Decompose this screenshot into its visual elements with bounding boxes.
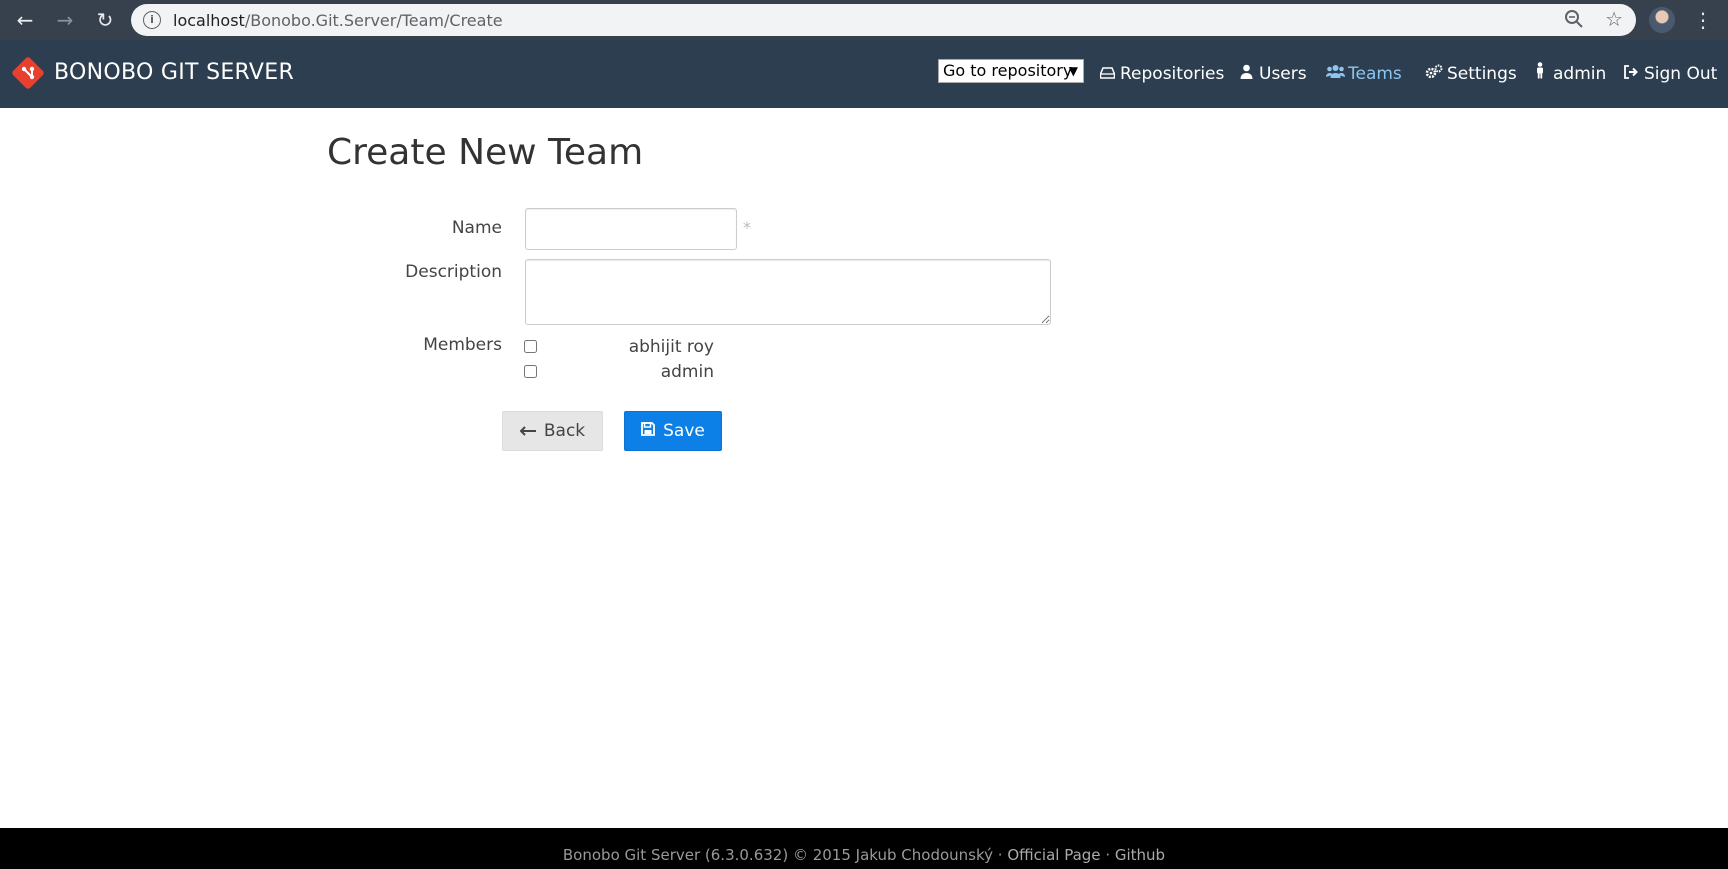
browser-menu-icon[interactable]: ⋮ [1693, 6, 1713, 34]
member-name: admin [660, 362, 714, 382]
nav-repositories[interactable]: Repositories [1098, 60, 1224, 88]
required-marker: * [743, 218, 751, 237]
member-item: admin [524, 362, 724, 384]
description-label: Description [405, 262, 502, 282]
bookmark-star-icon[interactable]: ☆ [1605, 7, 1623, 31]
team-name-input[interactable] [525, 208, 737, 250]
github-link[interactable]: Github [1115, 846, 1165, 864]
go-to-repository-select[interactable]: Go to repository ▼ [938, 59, 1084, 83]
footer-text: Bonobo Git Server (6.3.0.632) © 2015 Jak… [562, 846, 1166, 864]
address-url[interactable]: localhost/Bonobo.Git.Server/Team/Create [173, 11, 503, 30]
users-icon [1326, 61, 1345, 89]
member-checkbox[interactable] [524, 340, 537, 353]
reload-icon[interactable]: ↻ [91, 6, 119, 34]
nav-teams[interactable]: Teams [1326, 60, 1402, 88]
nav-admin[interactable]: admin [1531, 60, 1606, 88]
person-icon [1531, 61, 1549, 89]
site-info-icon[interactable]: i [143, 11, 161, 29]
member-item: abhijit roy [524, 337, 724, 359]
floppy-disk-icon [641, 412, 656, 450]
gears-icon [1425, 61, 1443, 89]
zoom-icon[interactable] [1564, 9, 1584, 34]
back-arrow-icon[interactable]: ← [11, 6, 39, 34]
arrow-left-icon [519, 412, 536, 450]
forward-arrow-icon[interactable]: → [51, 6, 79, 34]
browser-toolbar: ← → ↻ i localhost/Bonobo.Git.Server/Team… [0, 0, 1728, 40]
address-bar[interactable]: i localhost/Bonobo.Git.Server/Team/Creat… [131, 4, 1636, 36]
dropdown-caret-icon: ▼ [1068, 64, 1078, 78]
team-description-textarea[interactable] [525, 259, 1051, 325]
back-button[interactable]: Back [502, 411, 603, 451]
brand-title[interactable]: BONOBO GIT SERVER [54, 60, 294, 85]
sign-out-icon [1622, 61, 1640, 89]
nav-settings[interactable]: Settings [1425, 60, 1517, 88]
member-name: abhijit roy [628, 337, 714, 357]
nav-users[interactable]: Users [1237, 60, 1307, 88]
save-button[interactable]: Save [624, 411, 722, 451]
name-label: Name [451, 218, 502, 238]
members-label: Members [423, 335, 502, 355]
member-checkbox[interactable] [524, 365, 537, 378]
bonobo-logo-icon[interactable] [11, 56, 45, 90]
page-title: Create New Team [327, 132, 644, 173]
official-page-link[interactable]: Official Page [1007, 846, 1100, 864]
drive-icon [1098, 61, 1116, 89]
user-icon [1237, 61, 1255, 89]
nav-sign-out[interactable]: Sign Out [1622, 60, 1717, 88]
page-footer: Bonobo Git Server (6.3.0.632) © 2015 Jak… [0, 828, 1728, 869]
app-navbar: BONOBO GIT SERVER Go to repository ▼ Repo… [0, 40, 1728, 108]
profile-avatar[interactable] [1649, 7, 1675, 33]
